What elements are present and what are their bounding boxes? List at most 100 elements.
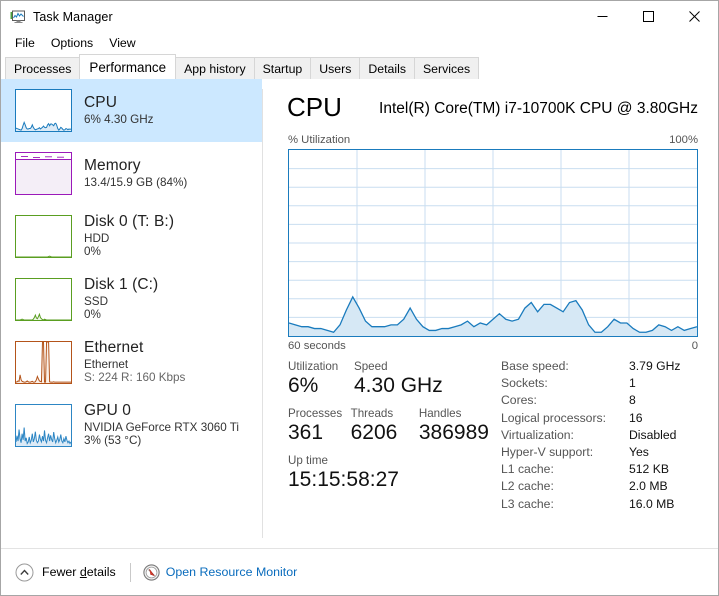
cpu-detail-panel: CPU Intel(R) Core(TM) i7-10700K CPU @ 3.… <box>263 79 718 548</box>
stat-threads-caption: Threads <box>350 407 394 421</box>
detail-row: Cores: 8 <box>501 393 680 410</box>
detail-key: L3 cache: <box>501 496 554 511</box>
cpu-stats-primary: Utilization 6% Speed 4.30 GHz Processes … <box>288 360 503 492</box>
gpu-0-thumbnail-graph <box>15 404 72 447</box>
detail-value: 16 <box>629 410 643 425</box>
detail-row: L2 cache: 2.0 MB <box>501 479 680 496</box>
sidebar-item-disk-1-sub2: 0% <box>84 308 101 322</box>
detail-row: L1 cache: 512 KB <box>501 462 680 479</box>
tab-services[interactable]: Services <box>413 57 480 79</box>
tab-startup[interactable]: Startup <box>253 57 312 79</box>
detail-key: L2 cache: <box>501 479 554 494</box>
task-manager-icon <box>10 9 26 25</box>
detail-key: L1 cache: <box>501 462 554 477</box>
task-manager-window: Task Manager File Options View Processes… <box>0 0 719 596</box>
cpu-stats-details: Base speed: 3.79 GHz Sockets: 1 Cores: 8 Logic… <box>501 359 680 514</box>
menu-options[interactable]: Options <box>45 34 101 52</box>
stat-speed-value: 4.30 GHz <box>354 374 443 397</box>
menu-view[interactable]: View <box>103 34 143 52</box>
maximize-button[interactable] <box>625 1 671 31</box>
detail-row: Sockets: 1 <box>501 376 680 393</box>
sidebar-item-cpu-sub: 6% 4.30 GHz <box>84 112 154 126</box>
tab-processes[interactable]: Processes <box>5 57 81 79</box>
detail-key: Hyper-V support: <box>501 444 594 459</box>
fewer-details-rest: etails <box>86 565 116 579</box>
sidebar-item-disk-0-title: Disk 0 (T: B:) <box>84 213 175 230</box>
fewer-details-accel: d <box>79 565 87 579</box>
stat-uptime: Up time 15:15:58:27 <box>288 454 399 492</box>
tab-app-history[interactable]: App history <box>175 57 255 79</box>
disk-1-thumbnail-graph <box>15 278 72 321</box>
open-resource-monitor-link[interactable]: Open Resource Monitor <box>166 565 298 579</box>
detail-value: 8 <box>629 393 636 408</box>
stat-speed-caption: Speed <box>354 360 388 373</box>
stat-handles: Handles 386989 <box>419 407 503 445</box>
graph-x-axis-start: 60 seconds <box>288 340 346 352</box>
graph-y-axis-label: % Utilization <box>288 134 351 146</box>
sidebar-item-ethernet-sub: Ethernet <box>84 357 129 371</box>
sidebar-item-gpu-0-sub2: 3% (53 °C) <box>84 434 142 448</box>
detail-row: Logical processors: 16 <box>501 411 680 428</box>
sidebar-item-gpu-0[interactable]: GPU 0 NVIDIA GeForce RTX 3060 Ti 3% (53 … <box>1 394 262 457</box>
tab-users[interactable]: Users <box>310 57 361 79</box>
stat-processes-caption: Processes <box>288 407 343 421</box>
detail-row: Base speed: 3.79 GHz <box>501 359 680 376</box>
sidebar-item-disk-1[interactable]: Disk 1 (C:) SSD 0% <box>1 268 262 331</box>
detail-key: Sockets: <box>501 376 548 391</box>
cpu-utilization-graph <box>288 149 698 337</box>
minimize-button[interactable] <box>579 1 625 31</box>
memory-thumbnail-graph <box>15 152 72 195</box>
detail-key: Base speed: <box>501 359 569 373</box>
tab-performance[interactable]: Performance <box>79 54 177 79</box>
sidebar-item-ethernet-sub2: S: 224 R: 160 Kbps <box>84 371 186 385</box>
sidebar-item-cpu[interactable]: CPU 6% 4.30 GHz <box>1 79 262 142</box>
stat-speed: Speed 4.30 GHz <box>354 360 494 398</box>
sidebar-item-cpu-title: CPU <box>84 93 118 111</box>
sidebar-item-disk-0[interactable]: Disk 0 (T: B:) HDD 0% <box>1 205 262 268</box>
graph-x-axis-end: 0 <box>691 340 698 352</box>
sidebar-item-memory[interactable]: Memory 13.4/15.9 GB (84%) <box>1 142 262 205</box>
sidebar-item-disk-0-sub: HDD <box>84 231 110 245</box>
detail-row: L3 cache: 16.0 MB <box>501 497 680 514</box>
detail-value: Disabled <box>629 427 677 442</box>
stat-utilization-caption: Utilization <box>288 360 339 373</box>
sidebar-item-ethernet[interactable]: Ethernet Ethernet S: 224 R: 160 Kbps <box>1 331 262 394</box>
stat-threads: Threads 6206 <box>351 407 419 445</box>
detail-value: 1 <box>629 376 636 391</box>
disk-0-thumbnail-graph <box>15 215 72 258</box>
ethernet-thumbnail-graph <box>15 341 72 384</box>
window-title: Task Manager <box>33 9 113 24</box>
fewer-details-label: Fewer <box>42 565 80 579</box>
graph-y-axis-max: 100% <box>669 134 698 146</box>
detail-value: 2.0 MB <box>629 479 668 494</box>
cpu-details-table: Base speed: 3.79 GHz Sockets: 1 Cores: 8 Logic… <box>501 359 680 514</box>
stat-processes-value: 361 <box>288 421 324 445</box>
stat-uptime-caption: Up time <box>288 454 328 468</box>
tab-strip: Processes Performance App history Startu… <box>1 54 718 79</box>
cpu-model-label: Intel(R) Core(TM) i7-10700K CPU @ 3.80GH… <box>379 100 698 117</box>
fewer-details-button[interactable]: Fewer details <box>42 565 116 579</box>
stat-utilization: Utilization 6% <box>288 360 354 398</box>
sidebar-item-disk-1-title: Disk 1 (C:) <box>84 276 159 293</box>
sidebar-item-memory-title: Memory <box>84 156 141 174</box>
title-bar: Task Manager <box>1 1 718 32</box>
sidebar-item-memory-sub: 13.4/15.9 GB (84%) <box>84 175 188 189</box>
menu-bar: File Options View <box>1 32 718 54</box>
status-bar: Fewer details Open Resource Monitor <box>1 548 718 595</box>
detail-row: Virtualization: Disabled <box>501 428 680 445</box>
detail-value: 16.0 MB <box>629 496 675 511</box>
stat-processes: Processes 361 <box>288 407 351 445</box>
stat-utilization-value: 6% <box>288 374 319 397</box>
sidebar-item-gpu-0-sub: NVIDIA GeForce RTX 3060 Ti <box>84 420 240 434</box>
page-title: CPU <box>287 92 342 122</box>
detail-key: Cores: <box>501 393 537 408</box>
chevron-up-icon[interactable] <box>15 563 34 582</box>
sidebar-item-disk-1-sub: SSD <box>84 294 109 308</box>
footer-separator <box>129 562 131 582</box>
tab-details[interactable]: Details <box>359 57 415 79</box>
close-button[interactable] <box>671 1 717 31</box>
detail-value: 512 KB <box>629 462 669 477</box>
stat-uptime-value: 15:15:58:27 <box>288 468 399 492</box>
detail-row: Hyper-V support: Yes <box>501 445 680 462</box>
menu-file[interactable]: File <box>9 34 43 52</box>
